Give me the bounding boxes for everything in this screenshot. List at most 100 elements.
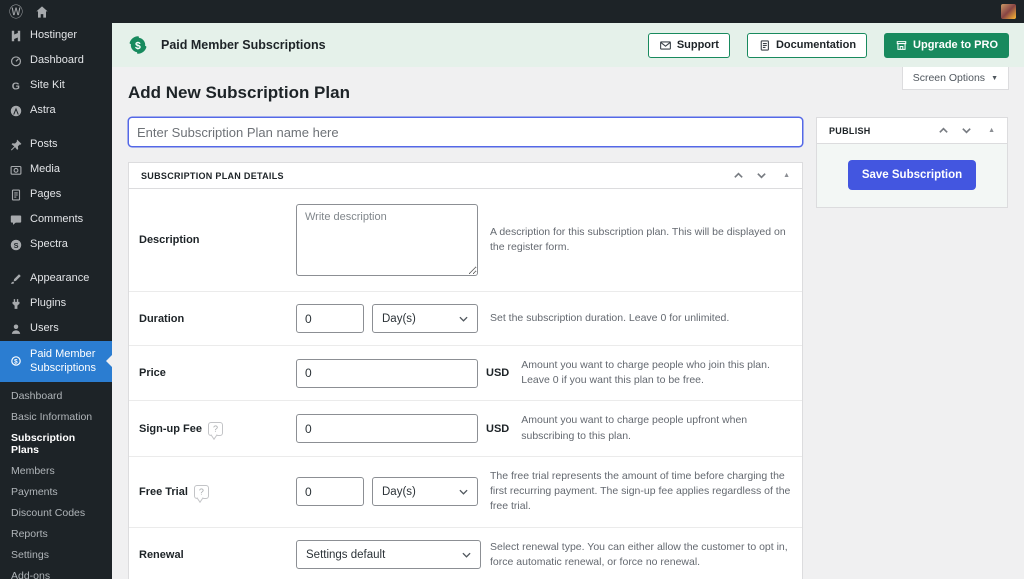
free-trial-input[interactable] <box>296 477 364 506</box>
submenu-item-reports[interactable]: Reports <box>0 524 112 545</box>
duration-unit-select[interactable]: Day(s) <box>372 304 478 333</box>
sidebar-item-appearance[interactable]: Appearance <box>0 266 112 291</box>
description-textarea[interactable] <box>296 204 478 276</box>
home-icon[interactable] <box>34 4 50 20</box>
renewal-row: Renewal Settings default Select renewal … <box>129 527 802 579</box>
sidebar-item-label: Pages <box>30 187 61 201</box>
user-avatar[interactable] <box>1001 4 1016 19</box>
pages-icon <box>8 187 23 202</box>
move-up-icon[interactable] <box>733 170 744 181</box>
wp-admin-sidebar: Hostinger Dashboard G Site Kit Astra Pos <box>0 23 112 579</box>
svg-text:S: S <box>13 240 18 249</box>
help-tooltip-icon[interactable]: ? <box>194 485 209 499</box>
free-trial-unit-select[interactable]: Day(s) <box>372 477 478 506</box>
sidebar-item-comments[interactable]: Comments <box>0 207 112 232</box>
sidebar-item-plugins[interactable]: Plugins <box>0 291 112 316</box>
collapse-toggle-icon[interactable]: ▲ <box>988 127 995 134</box>
move-down-icon[interactable] <box>756 170 767 181</box>
sidebar-item-site-kit[interactable]: G Site Kit <box>0 73 112 98</box>
screen-options-toggle[interactable]: Screen Options ▼ <box>902 67 1009 90</box>
sidebar-item-posts[interactable]: Posts <box>0 132 112 157</box>
sidebar-item-label: Media <box>30 162 60 176</box>
publish-panel: PUBLISH ▲ Save Subscription <box>816 117 1008 208</box>
sidebar-item-label: Spectra <box>30 237 68 251</box>
price-currency-label: USD <box>486 367 509 379</box>
submenu-item-settings[interactable]: Settings <box>0 545 112 566</box>
save-subscription-button[interactable]: Save Subscription <box>848 160 976 190</box>
sidebar-item-pages[interactable]: Pages <box>0 182 112 207</box>
sidebar-item-users[interactable]: Users <box>0 316 112 341</box>
renewal-help: Select renewal type. You can either allo… <box>478 540 792 570</box>
publish-panel-header: PUBLISH ▲ <box>817 118 1007 144</box>
user-icon <box>8 321 23 336</box>
signup-fee-help: Amount you want to charge people upfront… <box>509 413 792 443</box>
work-area: Screen Options ▼ Add New Subscription Pl… <box>112 67 1024 579</box>
price-label: Price <box>139 367 296 379</box>
help-tooltip-icon[interactable]: ? <box>208 422 223 436</box>
sidebar-item-spectra[interactable]: S Spectra <box>0 232 112 257</box>
free-trial-help: The free trial represents the amount of … <box>478 469 792 515</box>
duration-row: Duration Day(s) Set the subscription dur… <box>129 291 802 345</box>
chevron-down-icon <box>462 552 471 558</box>
sidebar-item-media[interactable]: Media <box>0 157 112 182</box>
camera-icon <box>8 162 23 177</box>
astra-icon <box>8 103 23 118</box>
sidebar-item-label: Comments <box>30 212 83 226</box>
menu-separator <box>0 123 112 132</box>
comment-icon <box>8 212 23 227</box>
documentation-button[interactable]: Documentation <box>747 33 867 58</box>
plugin-icon <box>8 296 23 311</box>
signup-fee-row: Sign-up Fee ? USD Amount you want to cha… <box>129 400 802 455</box>
description-row: Description A description for this subsc… <box>129 189 802 291</box>
wp-admin-bar: Ⓦ <box>0 0 1024 23</box>
move-down-icon[interactable] <box>961 125 972 136</box>
renewal-label: Renewal <box>139 549 296 561</box>
submenu-item-payments[interactable]: Payments <box>0 482 112 503</box>
envelope-icon <box>659 39 672 52</box>
renewal-select[interactable]: Settings default <box>296 540 481 569</box>
submenu-item-members[interactable]: Members <box>0 461 112 482</box>
submenu-item-subscription-plans[interactable]: Subscription Plans <box>0 428 112 461</box>
move-up-icon[interactable] <box>938 125 949 136</box>
subscription-plan-details-panel: SUBSCRIPTION PLAN DETAILS ▲ Description <box>128 162 803 579</box>
sidebar-item-hostinger[interactable]: Hostinger <box>0 23 112 48</box>
sidebar-item-astra[interactable]: Astra <box>0 98 112 123</box>
main-content: $ Paid Member Subscriptions Support Docu… <box>112 23 1024 579</box>
signup-fee-input[interactable] <box>296 414 478 443</box>
wordpress-logo-icon[interactable]: Ⓦ <box>8 4 24 20</box>
sidebar-item-label: Paid Member Subscriptions <box>30 347 96 376</box>
free-trial-label: Free Trial ? <box>139 485 296 499</box>
submenu-item-discount-codes[interactable]: Discount Codes <box>0 503 112 524</box>
caret-down-icon: ▼ <box>991 75 998 82</box>
submenu-item-add-ons[interactable]: Add-ons <box>0 566 112 579</box>
support-button[interactable]: Support <box>648 33 730 58</box>
collapse-toggle-icon[interactable]: ▲ <box>783 172 790 179</box>
brush-icon <box>8 271 23 286</box>
signup-fee-currency-label: USD <box>486 423 509 435</box>
sidebar-item-label: Posts <box>30 137 58 151</box>
price-help: Amount you want to charge people who joi… <box>509 358 792 388</box>
free-trial-row: Free Trial ? Day(s) The free trial re <box>129 456 802 527</box>
pms-logo-icon: $ <box>127 34 149 56</box>
pin-icon <box>8 137 23 152</box>
sidebar-item-dashboard[interactable]: Dashboard <box>0 48 112 73</box>
submenu-item-basic-information[interactable]: Basic Information <box>0 407 112 428</box>
duration-input[interactable] <box>296 304 364 333</box>
price-input[interactable] <box>296 359 478 388</box>
hostinger-icon <box>8 28 23 43</box>
sidebar-item-label: Site Kit <box>30 78 65 92</box>
signup-fee-label: Sign-up Fee ? <box>139 422 296 436</box>
storefront-icon <box>895 39 908 52</box>
svg-text:G: G <box>11 80 19 92</box>
chevron-down-icon <box>459 489 468 495</box>
submenu-item-dashboard[interactable]: Dashboard <box>0 386 112 407</box>
plan-name-input[interactable] <box>128 117 803 147</box>
sitekit-icon: G <box>8 78 23 93</box>
document-icon <box>758 39 771 52</box>
sidebar-item-paid-member-subscriptions[interactable]: $ Paid Member Subscriptions <box>0 341 112 382</box>
upgrade-to-pro-button[interactable]: Upgrade to PRO <box>884 33 1009 58</box>
pms-submenu: Dashboard Basic Information Subscription… <box>0 382 112 579</box>
chevron-down-icon <box>459 316 468 322</box>
publish-panel-body: Save Subscription <box>817 144 1007 207</box>
sidebar-item-label: Users <box>30 321 59 335</box>
